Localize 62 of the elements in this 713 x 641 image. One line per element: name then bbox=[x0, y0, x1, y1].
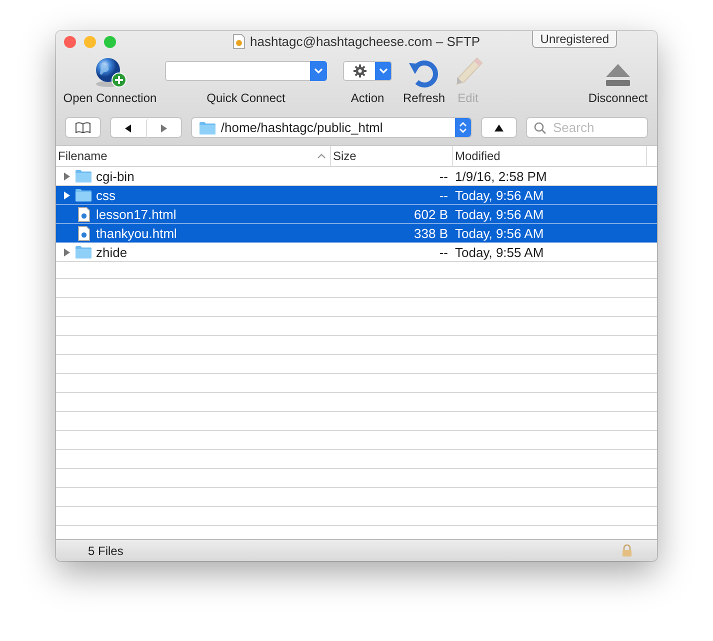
lock-icon bbox=[622, 544, 632, 557]
open-button[interactable]: Open Connection bbox=[60, 52, 160, 110]
stepper-icon bbox=[459, 121, 468, 134]
globe-icon bbox=[93, 56, 127, 88]
chevron-down-icon bbox=[314, 68, 323, 74]
close-button[interactable] bbox=[64, 36, 76, 48]
unregistered-badge: Unregistered bbox=[532, 31, 617, 48]
disclosure-triangle-icon[interactable] bbox=[63, 172, 71, 180]
up-arrow-icon bbox=[494, 124, 504, 132]
window-title: hashtagc@hashtagcheese.com – SFTP bbox=[250, 34, 480, 49]
folder-icon bbox=[75, 169, 92, 183]
disclosure-triangle-icon[interactable] bbox=[63, 248, 71, 256]
filename-cell: cgi-bin bbox=[96, 168, 134, 184]
size-cell: -- bbox=[439, 244, 448, 260]
chevron-down-icon bbox=[378, 68, 388, 74]
dropdown-button[interactable] bbox=[310, 61, 327, 81]
parent-folder-button[interactable] bbox=[481, 117, 518, 138]
modified-cell: Today, 9:56 AM bbox=[455, 226, 544, 240]
size-cell: 338 B bbox=[414, 226, 448, 240]
action-popup-button[interactable] bbox=[343, 61, 392, 81]
modified-cell: Today, 9:56 AM bbox=[455, 206, 544, 222]
filename-cell: css bbox=[96, 188, 116, 202]
gear-icon bbox=[352, 64, 366, 78]
modified-cell: Today, 9:55 AM bbox=[455, 244, 544, 260]
status-text: 5 Files bbox=[88, 544, 124, 558]
column-header[interactable]: Filename bbox=[56, 146, 331, 166]
book-icon bbox=[74, 122, 91, 133]
file-row[interactable]: css -- Today, 9:56 AM bbox=[56, 186, 657, 205]
toolbar-label: Quick Connect bbox=[206, 91, 286, 105]
disclosure-triangle-icon[interactable] bbox=[63, 190, 71, 200]
size-cell: -- bbox=[439, 188, 448, 202]
forward-arrow-icon bbox=[160, 124, 168, 133]
quick-connect-field[interactable] bbox=[165, 61, 310, 81]
disconnect-button[interactable]: Disconnect bbox=[583, 52, 653, 110]
size-cell: 602 B bbox=[414, 206, 448, 222]
folder-icon bbox=[198, 120, 216, 134]
size-cell: -- bbox=[439, 168, 448, 184]
back-arrow-icon bbox=[124, 124, 132, 133]
bookmarks-button[interactable] bbox=[65, 117, 101, 138]
file-row[interactable]: lesson17.html 602 B Today, 9:56 AM bbox=[56, 205, 657, 224]
file-row[interactable]: thankyou.html 338 B Today, 9:56 AM bbox=[56, 224, 657, 243]
document-icon bbox=[233, 34, 245, 49]
folder-icon bbox=[75, 188, 92, 202]
refresh-button[interactable]: Refresh bbox=[401, 52, 447, 110]
filename-cell: zhide bbox=[96, 244, 128, 260]
modified-cell: 1/9/16, 2:58 PM bbox=[455, 168, 547, 184]
column-header[interactable]: Modified bbox=[453, 146, 647, 166]
search-field[interactable]: Search bbox=[526, 117, 648, 138]
modified-cell: Today, 9:56 AM bbox=[455, 188, 544, 202]
file-row[interactable]: zhide -- Today, 9:55 AM bbox=[56, 243, 657, 262]
toolbar-label: Action bbox=[350, 91, 384, 105]
refresh-icon bbox=[408, 58, 440, 88]
html-file-icon bbox=[78, 206, 90, 222]
filename-cell: thankyou.html bbox=[96, 226, 177, 240]
back-forward-control[interactable] bbox=[110, 117, 182, 138]
eject-icon bbox=[604, 62, 632, 88]
filename-cell: lesson17.html bbox=[96, 206, 176, 222]
column-header[interactable]: Size bbox=[331, 146, 453, 166]
html-file-icon bbox=[78, 226, 90, 240]
file-row[interactable]: cgi-bin -- 1/9/16, 2:58 PM bbox=[56, 167, 657, 186]
path-popup[interactable]: /home/hashtagc/public_html bbox=[190, 117, 472, 138]
folder-icon bbox=[75, 245, 92, 259]
